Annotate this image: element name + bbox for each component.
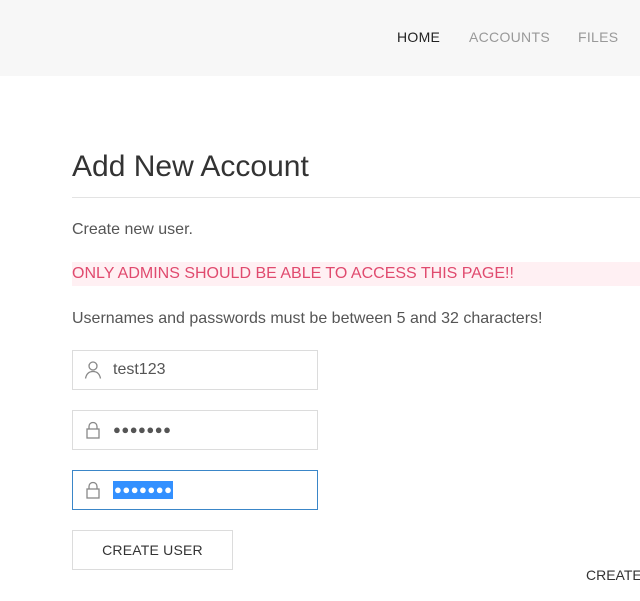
- page-title: Add New Account: [72, 150, 309, 183]
- confirm-password-mask-selected: ●●●●●●●: [113, 481, 174, 499]
- lock-icon: [83, 420, 103, 440]
- title-divider: [72, 197, 640, 198]
- username-value: test123: [113, 361, 166, 378]
- password-mask: ●●●●●●●: [113, 422, 172, 437]
- top-navbar: HOME ACCOUNTS FILES: [0, 0, 640, 76]
- user-icon: [83, 360, 103, 380]
- nav-item-accounts[interactable]: ACCOUNTS: [469, 29, 550, 45]
- nav-item-home[interactable]: HOME: [397, 29, 440, 45]
- username-field[interactable]: test123: [72, 350, 318, 390]
- length-rules-text: Usernames and passwords must be between …: [72, 310, 543, 327]
- confirm-password-field[interactable]: ●●●●●●●: [72, 470, 318, 510]
- warning-text: ONLY ADMINS SHOULD BE ABLE TO ACCESS THI…: [72, 265, 514, 282]
- password-field[interactable]: ●●●●●●●: [72, 410, 318, 450]
- nav-item-files[interactable]: FILES: [578, 29, 618, 45]
- lock-icon: [83, 480, 103, 500]
- create-user-button[interactable]: CREATE USER: [72, 530, 233, 570]
- clipped-create-label[interactable]: CREATE: [586, 567, 640, 583]
- intro-text: Create new user.: [72, 221, 193, 238]
